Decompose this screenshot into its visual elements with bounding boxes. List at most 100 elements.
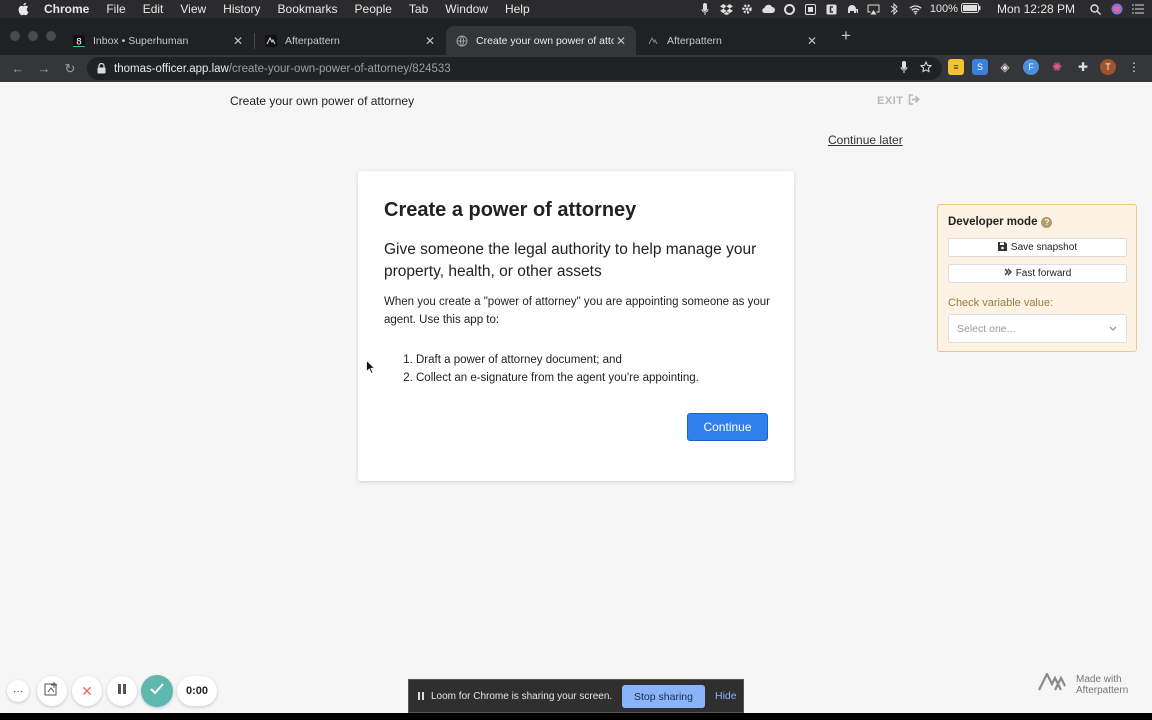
battery-status[interactable]: 100% [929, 2, 981, 16]
menu-edit[interactable]: Edit [143, 2, 164, 16]
clipboard-icon[interactable] [825, 3, 838, 15]
hide-button[interactable]: Hide [715, 690, 737, 702]
bluetooth-icon[interactable] [888, 3, 901, 15]
tab-superhuman[interactable]: 8 Inbox • Superhuman ✕ [63, 26, 253, 55]
menu-file[interactable]: File [106, 2, 125, 16]
browser-menu-icon[interactable]: ⋮ [1126, 59, 1142, 75]
made-with-afterpattern-badge[interactable]: Made with Afterpattern [1038, 671, 1128, 696]
check-variable-select[interactable]: Select one... [948, 314, 1127, 343]
close-icon[interactable]: ✕ [423, 34, 437, 48]
continue-later-link[interactable]: Continue later [828, 133, 903, 147]
exit-label: EXIT [877, 95, 904, 107]
url-path: /create-your-own-power-of-attorney/82453… [228, 62, 451, 75]
continue-button[interactable]: Continue [687, 413, 768, 441]
loom-finish-button[interactable] [141, 675, 173, 707]
address-bar[interactable]: thomas-officer.app.law/create-your-own-p… [87, 57, 942, 80]
menu-clock[interactable]: Mon 12:28 PM [997, 2, 1075, 16]
dropbox-icon[interactable] [719, 3, 733, 15]
back-arrow-icon[interactable]: ← [11, 61, 25, 76]
reload-icon[interactable]: ↻ [63, 61, 77, 76]
web-page: Create your own power of attorney EXIT C… [0, 82, 1152, 713]
spotlight-search-icon[interactable] [1089, 3, 1102, 15]
page-title: Create your own power of attorney [230, 94, 415, 108]
close-window-button[interactable] [10, 31, 20, 41]
tab-label: Inbox • Superhuman [93, 34, 189, 47]
tab-label: Create your own power of attorn [476, 34, 614, 47]
extension-s-icon[interactable]: S [972, 59, 988, 75]
card-steps-list: Draft a power of attorney document; and … [402, 351, 772, 387]
bookmark-star-icon[interactable] [919, 60, 933, 76]
list-item: Collect an e-signature from the agent yo… [416, 369, 772, 387]
exit-button[interactable]: EXIT [877, 94, 921, 108]
siri-icon[interactable] [1110, 3, 1123, 15]
check-variable-label: Check variable value: [948, 297, 1054, 309]
airplay-icon[interactable] [867, 3, 880, 15]
screen-sharing-bar: Loom for Chrome is sharing your screen. … [408, 679, 744, 713]
profile-avatar[interactable]: T [1100, 59, 1116, 75]
tab-label: Afterpattern [667, 34, 722, 47]
screen-bottom-edge [0, 713, 1152, 720]
forward-arrow-icon[interactable]: → [37, 61, 51, 76]
menu-history[interactable]: History [223, 2, 260, 16]
screen-capture-icon[interactable] [804, 3, 817, 15]
menu-app-name[interactable]: Chrome [44, 2, 89, 16]
microphone-icon[interactable] [900, 61, 908, 76]
menu-help[interactable]: Help [505, 2, 530, 16]
battery-icon [960, 2, 981, 16]
pause-icon [418, 692, 424, 700]
microphone-icon[interactable] [699, 3, 712, 15]
card-body: When you create a "power of attorney" yo… [384, 296, 770, 326]
fast-forward-label: Fast forward [1015, 268, 1072, 279]
fast-forward-button[interactable]: Fast forward [948, 264, 1127, 283]
made-with-text: Made with Afterpattern [1076, 674, 1128, 696]
intro-card: Create a power of attorney Give someone … [358, 171, 794, 481]
menu-people[interactable]: People [355, 2, 392, 16]
card-subheading: Give someone the legal authority to help… [384, 241, 757, 280]
extension-flower-icon[interactable]: ✺ [1049, 59, 1065, 75]
wifi-icon[interactable] [909, 3, 922, 15]
pause-icon [116, 682, 128, 700]
stop-sharing-button[interactable]: Stop sharing [622, 685, 705, 708]
loom-draw-button[interactable] [37, 676, 67, 706]
close-icon[interactable]: ✕ [231, 34, 245, 48]
creative-cloud-icon[interactable] [783, 3, 796, 15]
loom-cancel-button[interactable]: ✕ [72, 676, 102, 706]
extensions-puzzle-icon[interactable]: ✚ [1075, 59, 1091, 75]
menu-window[interactable]: Window [445, 2, 488, 16]
elephant-icon[interactable] [846, 3, 859, 15]
lock-icon[interactable] [97, 63, 107, 74]
notification-center-icon[interactable] [1131, 3, 1144, 15]
tab-power-of-attorney[interactable]: Create your own power of attorn ✕ [446, 26, 636, 55]
ellipsis-icon: ··· [13, 685, 23, 697]
floppy-disk-icon [997, 241, 1007, 254]
extension-f-icon[interactable]: F [1023, 59, 1039, 75]
superhuman-icon: 8 [73, 34, 85, 47]
tab-afterpattern-2[interactable]: Afterpattern ✕ [637, 26, 827, 55]
loom-more-button[interactable]: ··· [7, 680, 29, 702]
zoom-window-button[interactable] [46, 31, 56, 41]
developer-mode-panel: Developer mode ? Save snapshot Fast forw… [937, 204, 1137, 352]
gear-icon[interactable] [741, 3, 754, 15]
help-icon[interactable]: ? [1041, 216, 1053, 228]
loom-pause-button[interactable] [107, 676, 137, 706]
battery-percent: 100% [929, 3, 958, 15]
url-host: thomas-officer.app.law [114, 62, 229, 75]
extension-stack-icon[interactable]: ◈ [997, 59, 1013, 75]
close-icon[interactable]: ✕ [805, 34, 819, 48]
sign-out-icon [908, 94, 921, 108]
macos-menu-bar: Chrome File Edit View History Bookmarks … [0, 0, 1152, 18]
save-snapshot-button[interactable]: Save snapshot [948, 238, 1127, 257]
cloud-app-icon[interactable] [762, 3, 775, 15]
close-icon[interactable]: ✕ [614, 34, 628, 48]
new-tab-button[interactable]: + [838, 27, 854, 45]
apple-icon[interactable] [16, 2, 30, 16]
extension-notes-icon[interactable]: ≡ [948, 59, 964, 75]
close-icon: ✕ [81, 682, 93, 699]
tab-afterpattern-1[interactable]: Afterpattern ✕ [255, 26, 445, 55]
made-with-line2: Afterpattern [1076, 684, 1129, 696]
minimize-window-button[interactable] [28, 31, 38, 41]
menu-tab[interactable]: Tab [409, 2, 428, 16]
svg-text:8: 8 [76, 37, 82, 47]
menu-view[interactable]: View [180, 2, 206, 16]
menu-bookmarks[interactable]: Bookmarks [278, 2, 338, 16]
